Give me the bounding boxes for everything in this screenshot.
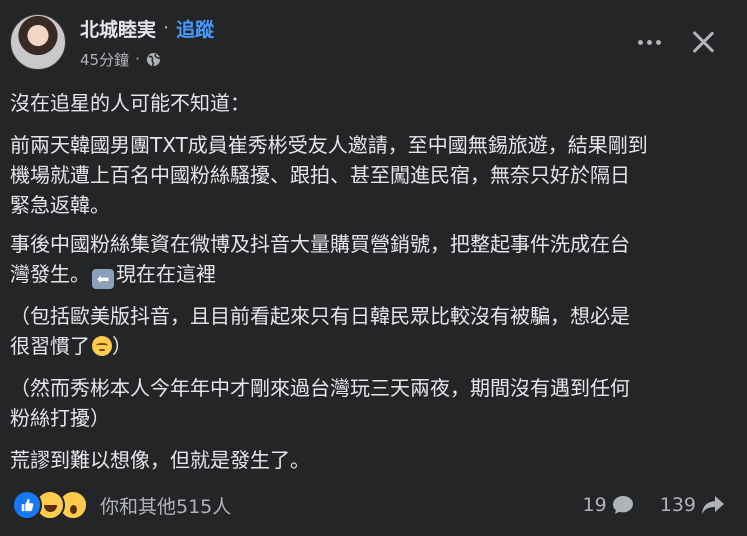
reaction-count[interactable]: 你和其他515人 xyxy=(100,492,231,519)
comment-icon xyxy=(612,496,633,514)
time-separator: · xyxy=(135,50,140,68)
author-avatar[interactable] xyxy=(10,14,66,70)
post-header: 北城睦実 · 追蹤 45分鐘 · xyxy=(10,14,214,70)
post-text: 事後中國粉絲集資在微博及抖音大量購買營銷號，把整起事件洗成在台 xyxy=(10,232,630,256)
share-count-button[interactable]: 139 xyxy=(660,494,725,516)
comment-count-button[interactable]: 19 xyxy=(583,494,634,516)
post-meta: 北城睦実 · 追蹤 45分鐘 · xyxy=(80,15,214,70)
post-text-line: 很習慣了 ） xyxy=(10,331,735,361)
left-arrow-emoji-icon: ⬅ xyxy=(92,269,114,289)
post-text: 緊急返韓。 xyxy=(10,193,110,217)
post-body: 沒在追星的人可能不知道： 前兩天韓國男團TXT成員崔秀彬受友人邀請，至中國無錫旅… xyxy=(10,88,735,487)
author-name[interactable]: 北城睦実 xyxy=(80,15,156,42)
share-count: 139 xyxy=(659,494,696,516)
post-text: ） xyxy=(112,334,132,358)
post-text: 沒在追星的人可能不知道： xyxy=(10,91,250,115)
comment-count: 19 xyxy=(582,494,607,516)
more-dots-icon[interactable] xyxy=(638,39,661,45)
timestamp-line: 45分鐘 · xyxy=(80,49,214,70)
share-icon xyxy=(702,496,724,514)
relieved-face-emoji-icon xyxy=(92,336,112,356)
name-line: 北城睦実 · 追蹤 xyxy=(80,15,214,42)
post-paragraph: 前兩天韓國男團TXT成員崔秀彬受友人邀請，至中國無錫旅遊，結果剛到 機場就遭上百… xyxy=(10,130,735,220)
globe-icon[interactable] xyxy=(146,52,161,67)
post-text: 灣發生。 xyxy=(10,262,90,286)
post-text-line: 灣發生。 ⬅ 現在在這裡 xyxy=(10,259,735,289)
post-time[interactable]: 45分鐘 xyxy=(80,49,129,70)
like-icon xyxy=(12,490,42,520)
post-text: 荒謬到難以想像，但就是發生了。 xyxy=(10,448,310,472)
post-text: 前兩天韓國男團TXT成員崔秀彬受友人邀請，至中國無錫旅遊，結果剛到 xyxy=(10,133,648,157)
follow-button[interactable]: 追蹤 xyxy=(176,15,214,42)
post-text: 現在在這裡 xyxy=(116,262,216,286)
post-text: 機場就遭上百名中國粉絲騷擾、跟拍、甚至闖進民宿，無奈只好於隔日 xyxy=(10,163,630,187)
post-text: （然而秀彬本人今年年中才剛來過台灣玩三天兩夜，期間沒有遇到任何 xyxy=(10,376,630,400)
post-text: （包括歐美版抖音，且目前看起來只有日韓民眾比較沒有被騙，想必是 xyxy=(10,304,630,328)
post-text: 粉絲打擾） xyxy=(10,406,110,430)
post-paragraph: 荒謬到難以想像，但就是發生了。 xyxy=(10,445,735,475)
close-icon[interactable] xyxy=(691,30,715,54)
post-footer: 你和其他515人 19 139 xyxy=(12,489,725,521)
post-text: 很習慣了 xyxy=(10,334,90,358)
post-paragraph: 事後中國粉絲集資在微博及抖音大量購買營銷號，把整起事件洗成在台 灣發生。 ⬅ 現在在… xyxy=(10,229,735,289)
post-paragraph: （然而秀彬本人今年年中才剛來過台灣玩三天兩夜，期間沒有遇到任何 粉絲打擾） xyxy=(10,373,735,433)
engagement-stats: 19 139 xyxy=(583,494,725,516)
post-paragraph: （包括歐美版抖音，且目前看起來只有日韓民眾比較沒有被騙，想必是 很習慣了 ） xyxy=(10,301,735,361)
post-paragraph: 沒在追星的人可能不知道： xyxy=(10,88,735,118)
reactions-summary[interactable]: 你和其他515人 xyxy=(12,490,231,520)
post-actions xyxy=(638,30,715,54)
separator-dot: · xyxy=(163,17,170,39)
